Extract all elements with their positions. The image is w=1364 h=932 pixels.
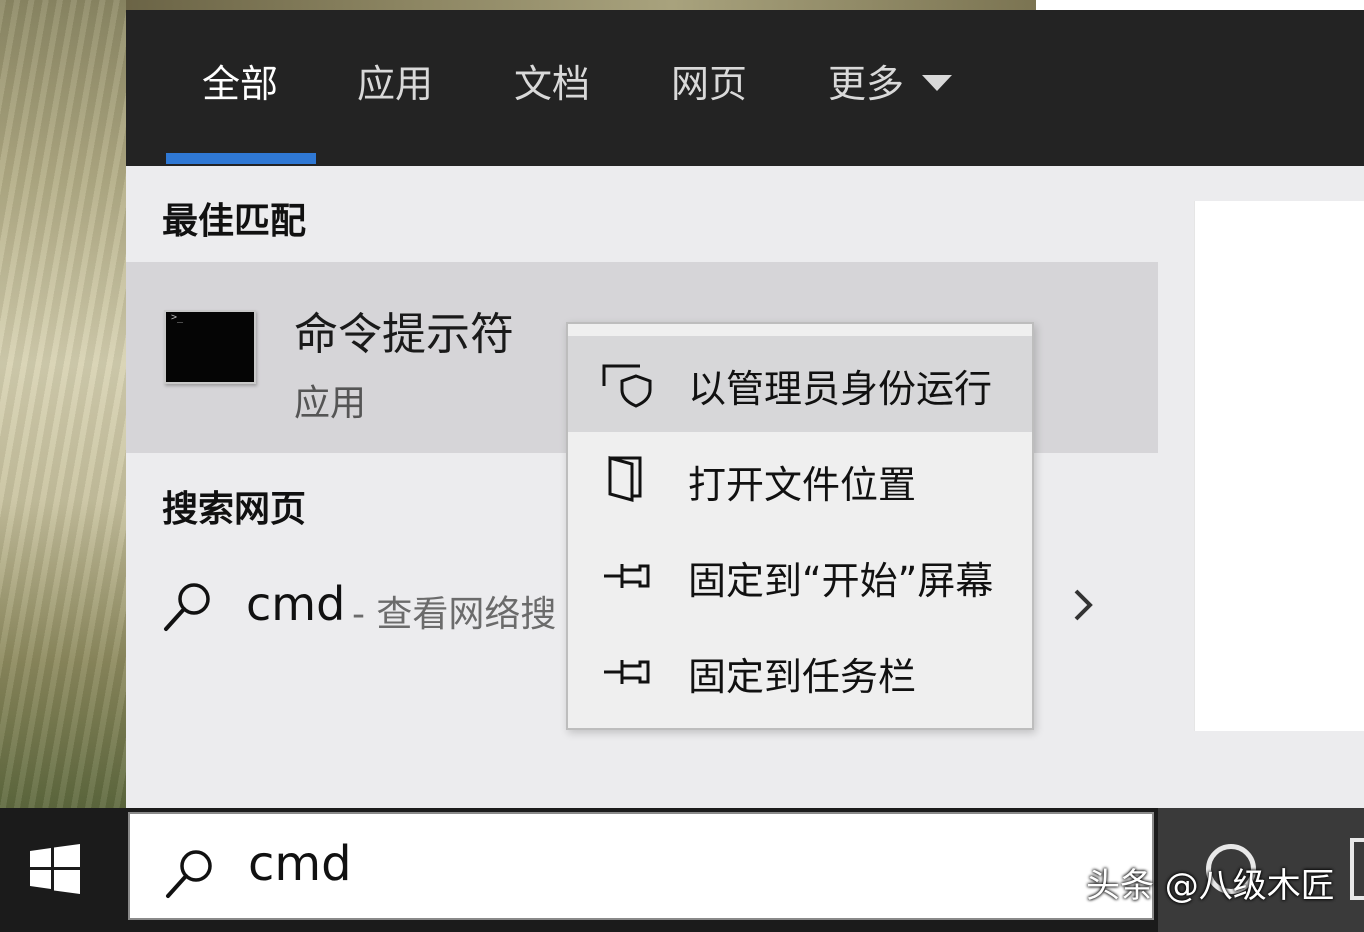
tab-more[interactable]: 更多 (828, 54, 953, 114)
folder-icon (608, 456, 642, 502)
tab-all[interactable]: 全部 (202, 54, 278, 114)
web-search-query: cmd (246, 577, 346, 631)
taskbar-search-box[interactable]: cmd (128, 812, 1154, 920)
watermark: 头条 @八级木匠 (1086, 866, 1335, 906)
preview-pane (1194, 201, 1364, 731)
start-button[interactable] (0, 808, 126, 932)
menu-open-file-location[interactable]: 打开文件位置 (568, 432, 1032, 528)
caret-down-icon (922, 74, 953, 91)
menu-run-as-admin-label: 以管理员身份运行 (688, 367, 993, 411)
menu-run-as-admin[interactable]: 以管理员身份运行 (568, 336, 1032, 432)
command-prompt-icon: >_ (164, 310, 256, 384)
task-view-icon[interactable] (1350, 838, 1364, 900)
shield-icon (602, 364, 652, 408)
tab-documents[interactable]: 文档 (514, 54, 590, 114)
menu-pin-to-start-label: 固定到“开始”屏幕 (688, 559, 994, 603)
context-menu: 以管理员身份运行 打开文件位置 固定到“开始”屏幕 固定到任务栏 (566, 322, 1034, 730)
pin-icon (604, 660, 650, 684)
menu-pin-to-start[interactable]: 固定到“开始”屏幕 (568, 528, 1032, 624)
search-icon (164, 583, 210, 631)
pin-icon (604, 564, 650, 588)
windows-logo-icon (30, 844, 80, 894)
search-icon (166, 850, 212, 898)
active-tab-indicator (166, 153, 316, 164)
desktop-window-edge (1036, 0, 1364, 10)
menu-pin-to-taskbar-label: 固定到任务栏 (688, 655, 917, 699)
best-match-type: 应用 (294, 383, 367, 424)
menu-pin-to-taskbar[interactable]: 固定到任务栏 (568, 624, 1032, 720)
chevron-right-icon[interactable] (1068, 585, 1098, 625)
tab-apps[interactable]: 应用 (357, 54, 433, 114)
best-match-title: 命令提示符 (294, 309, 514, 360)
search-tab-bar: 全部 应用 文档 网页 更多 (126, 10, 1364, 166)
menu-open-file-location-label: 打开文件位置 (688, 463, 917, 507)
tab-web[interactable]: 网页 (671, 54, 747, 114)
desktop-wallpaper (0, 0, 126, 808)
tab-more-label: 更多 (828, 62, 905, 106)
desktop-wallpaper-strip (126, 0, 1036, 10)
best-match-heading: 最佳匹配 (162, 201, 307, 242)
web-search-heading: 搜索网页 (162, 489, 307, 530)
search-input[interactable]: cmd (248, 836, 352, 892)
web-search-hint: - 查看网络搜 (352, 594, 557, 635)
